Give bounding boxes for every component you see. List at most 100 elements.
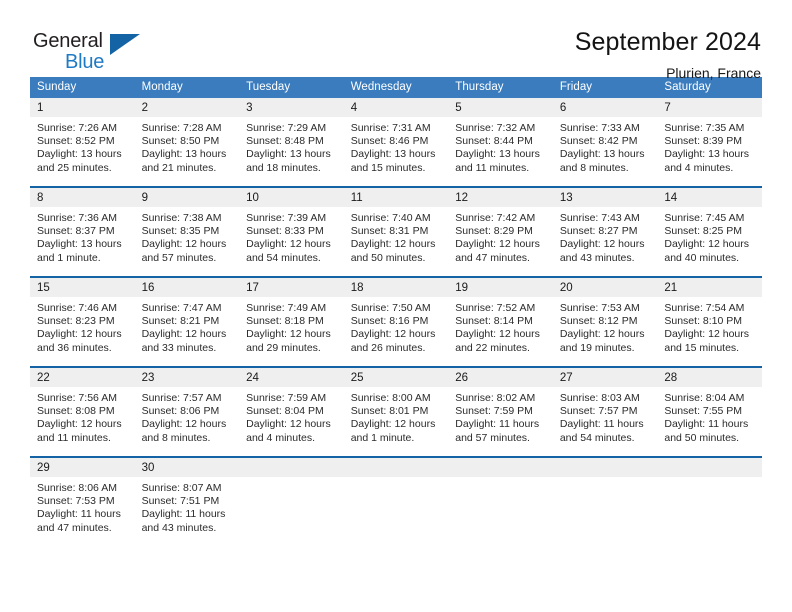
daylight-text: Daylight: 13 hours and 18 minutes. bbox=[246, 148, 331, 174]
daylight-text: Daylight: 12 hours and 47 minutes. bbox=[455, 238, 540, 264]
calendar-day-cell[interactable]: 2 Sunrise: 7:28 AM Sunset: 8:50 PM Daylight… bbox=[134, 98, 240, 187]
sunrise-text: Sunrise: 7:50 AM bbox=[350, 302, 431, 314]
day-number: 2 bbox=[134, 98, 240, 117]
general-blue-logo[interactable]: General Blue bbox=[33, 27, 183, 81]
day-number: 19 bbox=[448, 278, 553, 297]
calendar-day-cell[interactable]: 29 Sunrise: 8:06 AM Sunset: 7:53 PM Dayligh… bbox=[30, 456, 135, 546]
calendar-day-cell[interactable]: 11 Sunrise: 7:40 AM Sunset: 8:31 PM Dayligh… bbox=[343, 186, 449, 277]
calendar-day-cell[interactable]: 19 Sunrise: 7:52 AM Sunset: 8:14 PM Dayligh… bbox=[448, 276, 553, 367]
daylight-text: Daylight: 13 hours and 8 minutes. bbox=[559, 148, 645, 174]
sunrise-text: Sunrise: 7:56 AM bbox=[37, 392, 117, 404]
sunrise-text: Sunrise: 7:36 AM bbox=[37, 212, 117, 224]
daylight-text: Daylight: 12 hours and 11 minutes. bbox=[37, 418, 122, 444]
calendar-day-cell[interactable]: 25 Sunrise: 8:00 AM Sunset: 8:01 PM Dayligh… bbox=[343, 366, 449, 457]
sunrise-text: Sunrise: 7:31 AM bbox=[350, 122, 431, 134]
calendar-day-cell[interactable]: 28 Sunrise: 8:04 AM Sunset: 7:55 PM Dayligh… bbox=[657, 366, 762, 457]
logo-text-blue: Blue bbox=[65, 51, 105, 73]
sunset-text: Sunset: 8:14 PM bbox=[455, 315, 533, 328]
calendar-day-cell[interactable]: 7 Sunrise: 7:35 AM Sunset: 8:39 PM Daylight… bbox=[657, 98, 762, 187]
sunrise-text: Sunrise: 7:46 AM bbox=[37, 302, 117, 314]
day-number bbox=[552, 458, 658, 477]
sunrise-text: Sunrise: 7:47 AM bbox=[141, 302, 222, 314]
daylight-text: Daylight: 13 hours and 15 minutes. bbox=[350, 148, 436, 174]
calendar-day-cell[interactable]: 3 Sunrise: 7:29 AM Sunset: 8:48 PM Daylight… bbox=[239, 98, 344, 187]
sunrise-text: Sunrise: 7:42 AM bbox=[455, 212, 536, 224]
day-number bbox=[343, 458, 449, 477]
sunrise-text: Sunrise: 7:38 AM bbox=[141, 212, 222, 224]
sunset-text: Sunset: 8:42 PM bbox=[559, 135, 638, 148]
sunset-text: Sunset: 8:27 PM bbox=[559, 225, 638, 238]
sunset-text: Sunset: 8:16 PM bbox=[350, 315, 429, 328]
day-number: 13 bbox=[552, 188, 658, 207]
calendar-day-cell[interactable]: 10 Sunrise: 7:39 AM Sunset: 8:33 PM Dayligh… bbox=[239, 186, 344, 277]
sunrise-text: Sunrise: 8:07 AM bbox=[141, 482, 222, 494]
calendar-day-cell[interactable]: 21 Sunrise: 7:54 AM Sunset: 8:10 PM Dayligh… bbox=[657, 276, 762, 367]
calendar-day-cell[interactable]: 17 Sunrise: 7:49 AM Sunset: 8:18 PM Dayligh… bbox=[239, 276, 344, 367]
calendar-day-cell[interactable]: 23 Sunrise: 7:57 AM Sunset: 8:06 PM Dayligh… bbox=[134, 366, 240, 457]
calendar-day-cell-empty bbox=[657, 456, 762, 546]
sunset-text: Sunset: 8:52 PM bbox=[37, 135, 115, 148]
day-number: 22 bbox=[30, 368, 135, 387]
daylight-text: Daylight: 12 hours and 26 minutes. bbox=[350, 328, 436, 354]
weekday-header-wednesday: Wednesday bbox=[343, 77, 449, 98]
day-number: 7 bbox=[657, 98, 762, 117]
calendar-day-cell[interactable]: 30 Sunrise: 8:07 AM Sunset: 7:51 PM Dayligh… bbox=[134, 456, 240, 546]
day-number: 4 bbox=[343, 98, 449, 117]
calendar-day-cell[interactable]: 16 Sunrise: 7:47 AM Sunset: 8:21 PM Dayligh… bbox=[134, 276, 240, 367]
daylight-text: Daylight: 13 hours and 1 minute. bbox=[37, 238, 122, 264]
sunrise-text: Sunrise: 7:54 AM bbox=[664, 302, 745, 314]
sunrise-text: Sunrise: 7:53 AM bbox=[559, 302, 640, 314]
calendar-day-cell[interactable]: 24 Sunrise: 7:59 AM Sunset: 8:04 PM Dayligh… bbox=[239, 366, 344, 457]
page-subtitle-location: Plurien, France bbox=[666, 65, 761, 81]
sunset-text: Sunset: 8:12 PM bbox=[559, 315, 638, 328]
calendar-day-cell[interactable]: 6 Sunrise: 7:33 AM Sunset: 8:42 PM Daylight… bbox=[552, 98, 658, 187]
logo-text-general: General bbox=[33, 30, 103, 52]
sunrise-text: Sunrise: 7:59 AM bbox=[246, 392, 327, 404]
day-number: 26 bbox=[448, 368, 553, 387]
daylight-text: Daylight: 12 hours and 54 minutes. bbox=[246, 238, 331, 264]
sunset-text: Sunset: 8:06 PM bbox=[141, 405, 220, 418]
sunset-text: Sunset: 7:57 PM bbox=[559, 405, 638, 418]
daylight-text: Daylight: 12 hours and 36 minutes. bbox=[37, 328, 122, 354]
sunset-text: Sunset: 8:01 PM bbox=[350, 405, 429, 418]
sunrise-sunset-calendar: Sunday Monday Tuesday Wednesday Thursday… bbox=[30, 77, 762, 546]
calendar-day-cell[interactable]: 18 Sunrise: 7:50 AM Sunset: 8:16 PM Dayligh… bbox=[343, 276, 449, 367]
calendar-body: 1 Sunrise: 7:26 AM Sunset: 8:52 PM Daylight… bbox=[30, 98, 762, 546]
daylight-text: Daylight: 13 hours and 11 minutes. bbox=[455, 148, 540, 174]
sunrise-text: Sunrise: 8:03 AM bbox=[559, 392, 640, 404]
calendar-day-cell[interactable]: 1 Sunrise: 7:26 AM Sunset: 8:52 PM Daylight… bbox=[30, 98, 135, 187]
calendar-day-cell[interactable]: 20 Sunrise: 7:53 AM Sunset: 8:12 PM Dayligh… bbox=[552, 276, 658, 367]
sunset-text: Sunset: 8:44 PM bbox=[455, 135, 533, 148]
daylight-text: Daylight: 12 hours and 50 minutes. bbox=[350, 238, 436, 264]
day-number: 21 bbox=[657, 278, 762, 297]
calendar-day-cell[interactable]: 22 Sunrise: 7:56 AM Sunset: 8:08 PM Dayligh… bbox=[30, 366, 135, 457]
sunrise-text: Sunrise: 7:39 AM bbox=[246, 212, 327, 224]
calendar-day-cell[interactable]: 27 Sunrise: 8:03 AM Sunset: 7:57 PM Dayligh… bbox=[552, 366, 658, 457]
sunrise-text: Sunrise: 7:28 AM bbox=[141, 122, 222, 134]
calendar-day-cell[interactable]: 14 Sunrise: 7:45 AM Sunset: 8:25 PM Dayligh… bbox=[657, 186, 762, 277]
sunset-text: Sunset: 8:46 PM bbox=[350, 135, 429, 148]
sunrise-text: Sunrise: 7:33 AM bbox=[559, 122, 640, 134]
calendar-day-cell[interactable]: 15 Sunrise: 7:46 AM Sunset: 8:23 PM Dayligh… bbox=[30, 276, 135, 367]
calendar-day-cell[interactable]: 13 Sunrise: 7:43 AM Sunset: 8:27 PM Dayligh… bbox=[552, 186, 658, 277]
daylight-text: Daylight: 11 hours and 47 minutes. bbox=[37, 508, 121, 534]
calendar-day-cell[interactable]: 8 Sunrise: 7:36 AM Sunset: 8:37 PM Daylight… bbox=[30, 186, 135, 277]
daylight-text: Daylight: 12 hours and 57 minutes. bbox=[141, 238, 227, 264]
calendar-day-cell[interactable]: 4 Sunrise: 7:31 AM Sunset: 8:46 PM Daylight… bbox=[343, 98, 449, 187]
calendar-day-cell[interactable]: 26 Sunrise: 8:02 AM Sunset: 7:59 PM Dayligh… bbox=[448, 366, 553, 457]
daylight-text: Daylight: 11 hours and 57 minutes. bbox=[455, 418, 540, 444]
day-number: 20 bbox=[552, 278, 658, 297]
day-number bbox=[448, 458, 553, 477]
page-title: September 2024 bbox=[574, 28, 761, 56]
day-number: 17 bbox=[239, 278, 344, 297]
title-block: September 2024 Plurien, France bbox=[575, 27, 762, 83]
calendar-day-cell[interactable]: 9 Sunrise: 7:38 AM Sunset: 8:35 PM Daylight… bbox=[134, 186, 240, 277]
calendar-week-row: 22 Sunrise: 7:56 AM Sunset: 8:08 PM Dayligh… bbox=[30, 366, 762, 457]
sunset-text: Sunset: 7:53 PM bbox=[37, 495, 115, 508]
triangle-flag-icon bbox=[110, 34, 140, 55]
calendar-day-cell[interactable]: 5 Sunrise: 7:32 AM Sunset: 8:44 PM Daylight… bbox=[448, 98, 553, 187]
calendar-day-cell-empty bbox=[343, 456, 449, 546]
sunset-text: Sunset: 8:37 PM bbox=[37, 225, 115, 238]
calendar-day-cell[interactable]: 12 Sunrise: 7:42 AM Sunset: 8:29 PM Dayligh… bbox=[448, 186, 553, 277]
sunset-text: Sunset: 8:18 PM bbox=[246, 315, 324, 328]
